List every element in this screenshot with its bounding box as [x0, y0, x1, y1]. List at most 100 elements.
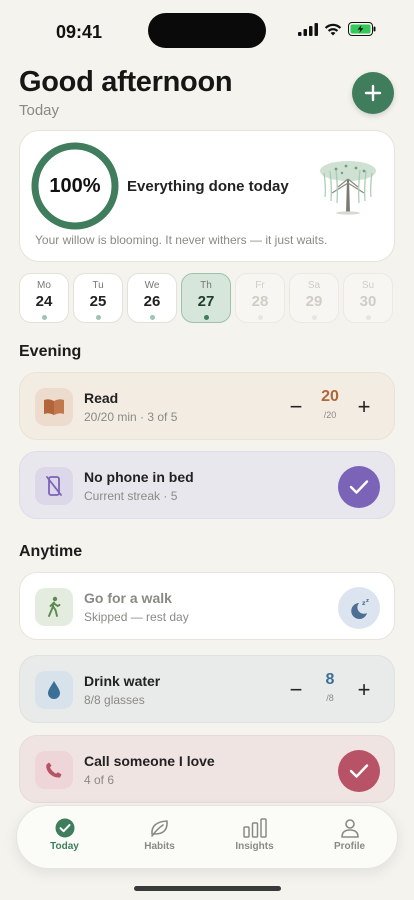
- leaf-icon: [150, 820, 168, 837]
- status-time: 09:41: [56, 22, 103, 42]
- habit-title: Read: [84, 390, 119, 406]
- no-phone-icon: [46, 476, 62, 496]
- stepper-goal: /20: [323, 410, 337, 420]
- habit-icon-bg: [35, 388, 73, 426]
- day-date: 25: [89, 293, 107, 310]
- habit-icon-bg: [35, 751, 73, 789]
- decrement-button[interactable]: −: [280, 670, 312, 710]
- day-su[interactable]: Su 30: [343, 273, 393, 323]
- day-name: Th: [200, 280, 212, 291]
- day-name: We: [144, 280, 160, 291]
- day-name: Su: [361, 280, 375, 291]
- day-name: Fr: [255, 280, 265, 291]
- day-tu[interactable]: Tu 25: [73, 273, 123, 323]
- day-date: 29: [305, 293, 323, 310]
- tab-profile[interactable]: Profile: [302, 806, 397, 868]
- tab-habits[interactable]: Habits: [112, 806, 207, 868]
- date-subtitle: Today: [19, 102, 60, 119]
- daily-summary-card: 100% Everything done today Your willow i…: [19, 130, 395, 262]
- section-evening: Evening: [19, 343, 82, 360]
- tab-label: Today: [50, 841, 79, 852]
- stepper-value: 8: [325, 671, 335, 688]
- progress-percent: 100%: [49, 174, 101, 197]
- day-status-dot: [365, 315, 371, 320]
- battery-charging-icon: [348, 22, 376, 36]
- summary-message: Your willow is blooming. It never wither…: [35, 233, 328, 247]
- phone-icon: [46, 762, 62, 778]
- habit-icon-bg: [35, 467, 73, 505]
- tab-label: Insights: [235, 841, 274, 852]
- decrement-button[interactable]: −: [280, 387, 312, 427]
- habit-card-water[interactable]: Drink water 8/8 glasses − 8 /8 +: [19, 655, 395, 723]
- water-drop-icon: [48, 681, 60, 699]
- habit-icon-bg: [35, 671, 73, 709]
- dynamic-island: [148, 13, 266, 48]
- status-icons: [298, 22, 376, 36]
- cellular-signal-icon: [298, 22, 318, 36]
- day-name: Sa: [307, 280, 321, 291]
- complete-toggle-button[interactable]: [338, 750, 380, 792]
- plus-icon: [364, 84, 382, 102]
- willow-tree-icon: [320, 161, 376, 215]
- status-bar: 09:41: [0, 0, 414, 56]
- svg-text:z: z: [366, 598, 369, 604]
- water-stepper: − 8 /8 +: [280, 670, 380, 710]
- day-date: 26: [143, 293, 161, 310]
- day-status-dot: [41, 315, 47, 320]
- increment-button[interactable]: +: [348, 387, 380, 427]
- day-status-dot: [311, 315, 317, 320]
- day-fr[interactable]: Fr 28: [235, 273, 285, 323]
- summary-title: Everything done today: [127, 178, 289, 195]
- habit-subtitle: 20/20 min · 3 of 5: [84, 410, 178, 424]
- habit-title: No phone in bed: [84, 469, 194, 485]
- person-icon: [340, 819, 359, 838]
- wifi-icon: [324, 23, 342, 35]
- check-circle-icon: [55, 818, 74, 838]
- stepper-value: 20: [321, 388, 339, 405]
- habit-subtitle: 4 of 6: [84, 773, 115, 787]
- habit-subtitle: Current streak · 5: [84, 489, 178, 503]
- habit-card-call[interactable]: Call someone I love 4 of 6: [19, 735, 395, 803]
- day-date: 24: [35, 293, 53, 310]
- day-status-dot: [203, 315, 209, 320]
- rest-day-button[interactable]: z z: [338, 587, 380, 629]
- week-strip: Mo 24 Tu 25 We 26 Th 27 Fr 28 Sa 29 Su 3…: [19, 273, 395, 323]
- walking-person-icon: [48, 596, 61, 617]
- tab-today[interactable]: Today: [17, 806, 112, 868]
- check-icon: [349, 764, 369, 778]
- book-icon: [44, 399, 64, 415]
- home-indicator[interactable]: [134, 886, 281, 891]
- habit-icon-bg: [35, 588, 73, 626]
- habit-card-no-phone[interactable]: No phone in bed Current streak · 5: [19, 451, 395, 519]
- habit-title: Call someone I love: [84, 753, 215, 769]
- add-habit-button[interactable]: [352, 72, 394, 114]
- day-th-selected[interactable]: Th 27: [181, 273, 231, 323]
- habit-subtitle: 8/8 glasses: [84, 693, 145, 707]
- complete-toggle-button[interactable]: [338, 466, 380, 508]
- read-stepper: − 20 /20 +: [280, 387, 380, 427]
- habit-title: Go for a walk: [84, 590, 172, 606]
- day-sa[interactable]: Sa 29: [289, 273, 339, 323]
- moon-sleep-icon: z z: [351, 598, 369, 619]
- day-date: 28: [251, 293, 269, 310]
- bar-chart-icon: [242, 818, 267, 838]
- habit-card-walk[interactable]: Go for a walk Skipped — rest day z z: [19, 572, 395, 640]
- day-status-dot: [149, 315, 155, 320]
- increment-button[interactable]: +: [348, 670, 380, 710]
- day-date: 27: [197, 293, 215, 310]
- tab-bar: Today Habits Insights Profile: [16, 805, 398, 869]
- check-icon: [349, 480, 369, 494]
- day-name: Tu: [92, 280, 104, 291]
- habit-subtitle: Skipped — rest day: [84, 610, 189, 624]
- day-we[interactable]: We 26: [127, 273, 177, 323]
- tab-label: Profile: [333, 841, 366, 852]
- tab-insights[interactable]: Insights: [207, 806, 302, 868]
- stepper-goal: /8: [326, 693, 334, 703]
- greeting-title: Good afternoon: [19, 66, 233, 98]
- day-mo[interactable]: Mo 24: [19, 273, 69, 323]
- tab-label: Habits: [144, 841, 175, 852]
- habit-card-read[interactable]: Read 20/20 min · 3 of 5 − 20 /20 +: [19, 372, 395, 440]
- day-status-dot: [95, 315, 101, 320]
- day-date: 30: [359, 293, 377, 310]
- section-anytime: Anytime: [19, 543, 83, 560]
